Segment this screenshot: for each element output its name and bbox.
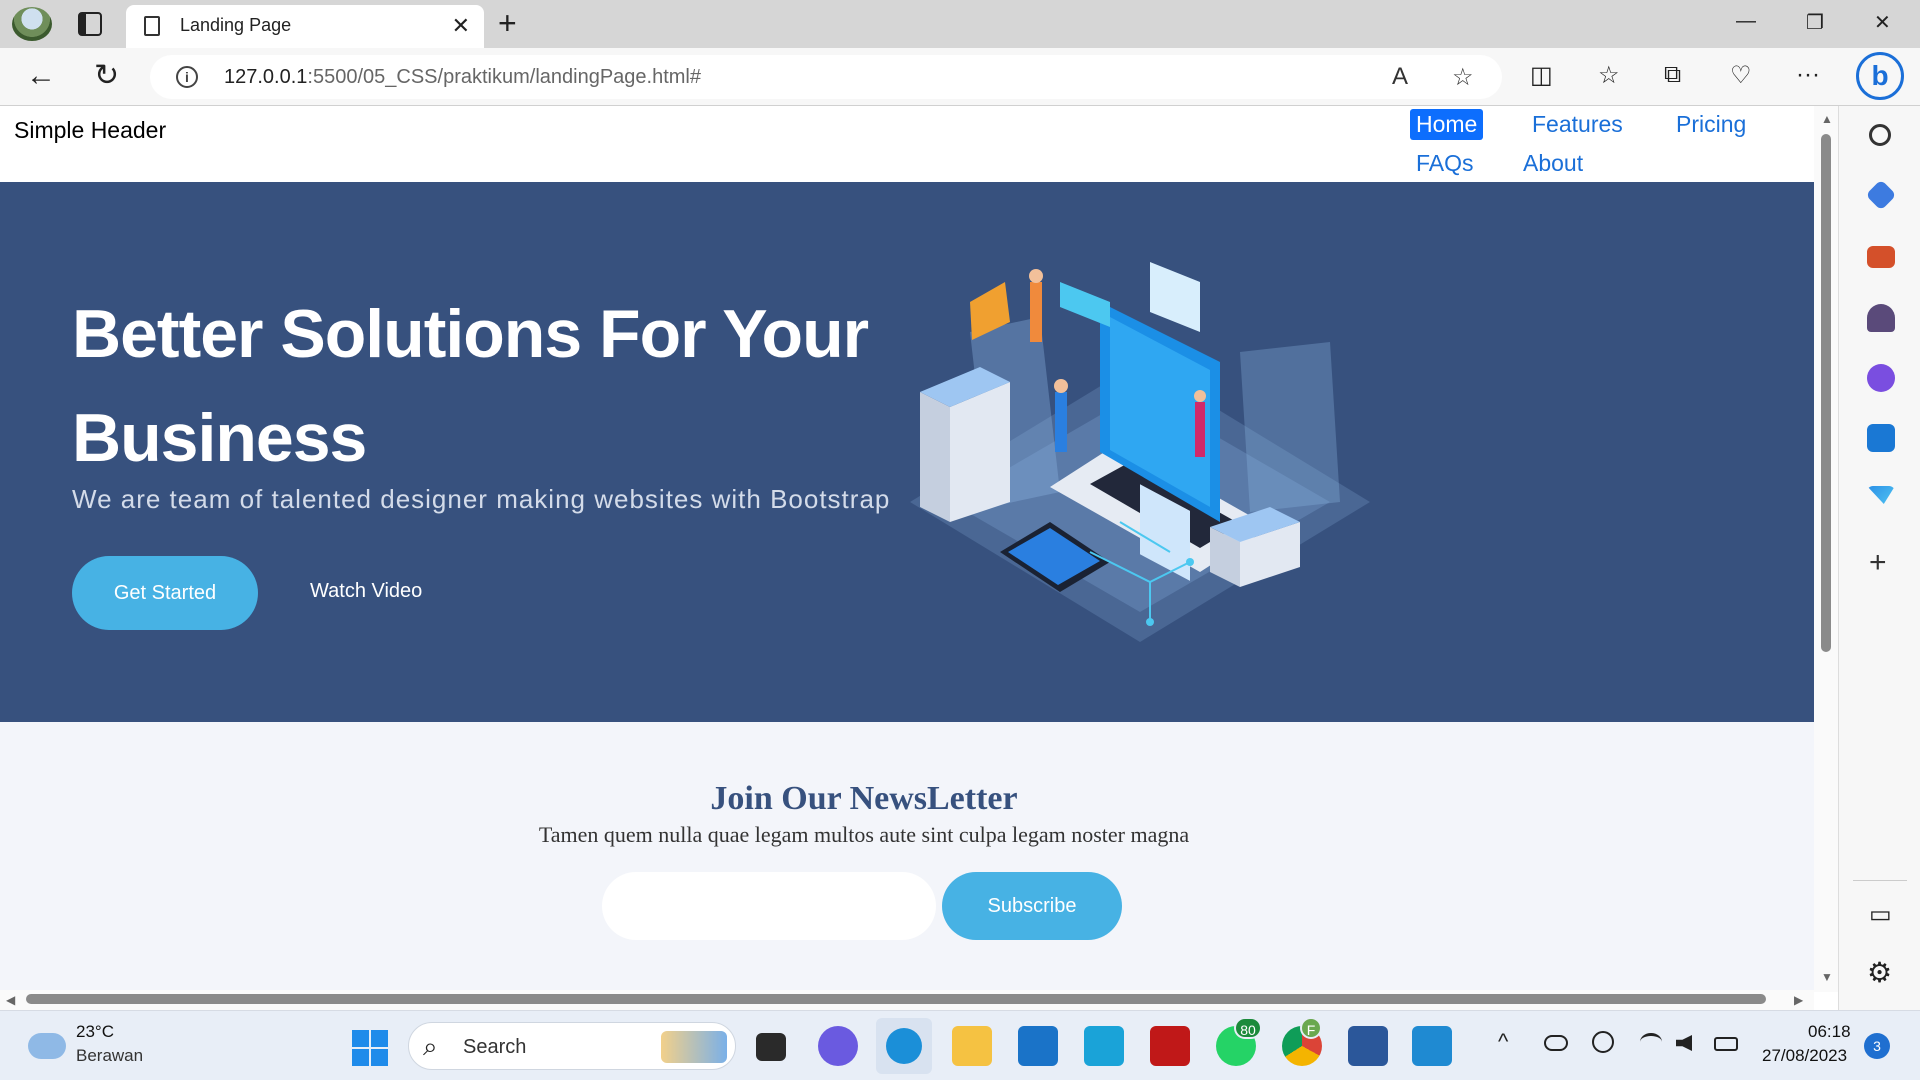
site-info-icon[interactable]: i: [176, 66, 198, 88]
browser-tab-bar: Landing Page ✕ + — ❐ ✕: [0, 0, 1920, 48]
horizontal-scrollbar[interactable]: ◀ ▶: [0, 990, 1814, 1010]
restore-button[interactable]: ❐: [1806, 10, 1824, 35]
search-icon[interactable]: [1869, 124, 1891, 146]
send-icon[interactable]: [1867, 486, 1895, 504]
edge-active-app[interactable]: [876, 1018, 932, 1074]
newsletter-email-input[interactable]: [602, 872, 936, 940]
split-screen-icon[interactable]: ◫: [1530, 61, 1553, 90]
chrome-profile-badge: F: [1300, 1017, 1322, 1039]
vscode-icon[interactable]: [1412, 1026, 1452, 1066]
tab-actions-icon[interactable]: [78, 12, 102, 36]
url-path: :5500/05_CSS/praktikum/landingPage.html#: [307, 66, 701, 88]
horizontal-scroll-thumb[interactable]: [26, 994, 1766, 1004]
vertical-scrollbar[interactable]: ▲ ▼: [1814, 106, 1838, 992]
favorites-icon[interactable]: ☆: [1598, 61, 1620, 90]
hero-illustration: [910, 262, 1370, 642]
shopping-tag-icon[interactable]: [1865, 179, 1897, 211]
weather-temperature[interactable]: 23°C: [76, 1022, 114, 1042]
search-icon: ⌕: [423, 1031, 438, 1061]
scroll-up-arrow-icon[interactable]: ▲: [1821, 112, 1833, 126]
watch-video-button[interactable]: Watch Video: [310, 580, 422, 603]
games-icon[interactable]: [1867, 304, 1895, 332]
scroll-down-arrow-icon[interactable]: ▼: [1821, 970, 1833, 984]
browser-essentials-icon[interactable]: ♡: [1730, 61, 1752, 90]
cloud-weather-icon[interactable]: [28, 1033, 66, 1059]
tab-title: Landing Page: [180, 15, 292, 35]
nav-faqs[interactable]: FAQs: [1410, 148, 1480, 179]
scroll-left-arrow-icon[interactable]: ◀: [6, 993, 15, 1007]
show-hidden-icons-chevron-icon[interactable]: ^: [1498, 1029, 1508, 1055]
battery-icon[interactable]: [1714, 1037, 1738, 1051]
read-aloud-icon[interactable]: A: [1392, 63, 1408, 91]
add-sidebar-app-icon[interactable]: +: [1869, 546, 1887, 580]
weather-description[interactable]: Berawan: [76, 1046, 143, 1066]
tab-landing-page[interactable]: Landing Page ✕: [126, 5, 484, 48]
url-field[interactable]: i 127.0.0.1:5500/05_CSS/praktikum/landin…: [150, 55, 1502, 99]
microsoft-store-icon[interactable]: [1018, 1026, 1058, 1066]
clock-time[interactable]: 06:18: [1808, 1022, 1851, 1042]
site-logo[interactable]: Simple Header: [14, 117, 166, 144]
web-page: Simple Header Home Features Pricing FAQs…: [0, 106, 1814, 990]
page-icon: [144, 16, 160, 36]
nav-features[interactable]: Features: [1526, 109, 1629, 140]
hero-title: Better Solutions For Your Business: [72, 296, 869, 476]
profile-avatar[interactable]: [12, 7, 52, 41]
edge-sidebar: + ▭ ⚙: [1838, 106, 1920, 1010]
settings-gear-icon[interactable]: ⚙: [1867, 956, 1892, 989]
tools-icon[interactable]: [1867, 246, 1895, 268]
close-window-button[interactable]: ✕: [1874, 10, 1891, 35]
hero-section: Better Solutions For Your Business We ar…: [0, 182, 1814, 722]
volume-icon[interactable]: [1676, 1035, 1692, 1051]
new-tab-button[interactable]: +: [498, 6, 517, 40]
task-view-icon[interactable]: [756, 1033, 786, 1061]
outlook-icon[interactable]: [1867, 424, 1895, 452]
favorite-star-icon[interactable]: ☆: [1452, 63, 1474, 92]
search-highlight-icon: [661, 1031, 727, 1063]
hero-subtitle: We are team of talented designer making …: [72, 484, 891, 514]
mcafee-icon[interactable]: [1150, 1026, 1190, 1066]
minimize-button[interactable]: —: [1736, 10, 1756, 33]
office-icon[interactable]: [1867, 364, 1895, 392]
newsletter-section: Join Our NewsLetter Tamen quem nulla qua…: [0, 722, 1814, 990]
vertical-scroll-thumb[interactable]: [1821, 134, 1831, 652]
windows-taskbar: 23°C Berawan ⌕ Search 80 F ^ 06:18 27/08…: [0, 1010, 1920, 1080]
file-explorer-icon[interactable]: [952, 1026, 992, 1066]
windows-start-icon[interactable]: [352, 1030, 388, 1066]
nav-pricing[interactable]: Pricing: [1670, 109, 1752, 140]
site-header: Simple Header Home Features Pricing FAQs…: [0, 106, 1814, 182]
more-menu-icon[interactable]: ···: [1796, 61, 1820, 89]
whatsapp-badge: 80: [1234, 1017, 1262, 1039]
clock-date[interactable]: 27/08/2023: [1762, 1046, 1847, 1066]
panel-toggle-icon[interactable]: ▭: [1869, 900, 1892, 929]
url-host: 127.0.0.1: [224, 66, 308, 88]
sidebar-divider: [1853, 880, 1907, 881]
teams-chat-icon[interactable]: [818, 1026, 858, 1066]
onedrive-cloud-icon[interactable]: [1544, 1035, 1568, 1051]
back-button[interactable]: ←: [26, 57, 56, 95]
sync-icon[interactable]: [1592, 1031, 1614, 1053]
tab-close-icon[interactable]: ✕: [452, 13, 470, 39]
wifi-icon[interactable]: [1640, 1033, 1662, 1051]
bing-copilot-icon[interactable]: b: [1856, 52, 1904, 100]
scroll-right-arrow-icon[interactable]: ▶: [1794, 993, 1803, 1007]
address-bar-row: ← ↻ i 127.0.0.1:5500/05_CSS/praktikum/la…: [0, 48, 1920, 106]
collections-icon[interactable]: ⧉: [1664, 61, 1681, 89]
get-started-button[interactable]: Get Started: [72, 556, 258, 630]
notification-count-badge[interactable]: 3: [1864, 1033, 1890, 1059]
url-text: 127.0.0.1:5500/05_CSS/praktikum/landingP…: [224, 66, 701, 89]
taskbar-search-box[interactable]: ⌕ Search: [408, 1022, 736, 1070]
nav-home[interactable]: Home: [1410, 109, 1484, 140]
newsletter-title: Join Our NewsLetter: [710, 780, 1018, 817]
subscribe-button[interactable]: Subscribe: [942, 872, 1122, 940]
edge-icon: [886, 1028, 922, 1064]
newsletter-text: Tamen quem nulla quae legam multos aute …: [538, 822, 1190, 847]
l-app-icon[interactable]: [1084, 1026, 1124, 1066]
word-icon[interactable]: [1348, 1026, 1388, 1066]
search-label: Search: [463, 1036, 527, 1058]
refresh-button[interactable]: ↻: [94, 57, 119, 95]
nav-about[interactable]: About: [1517, 148, 1589, 179]
